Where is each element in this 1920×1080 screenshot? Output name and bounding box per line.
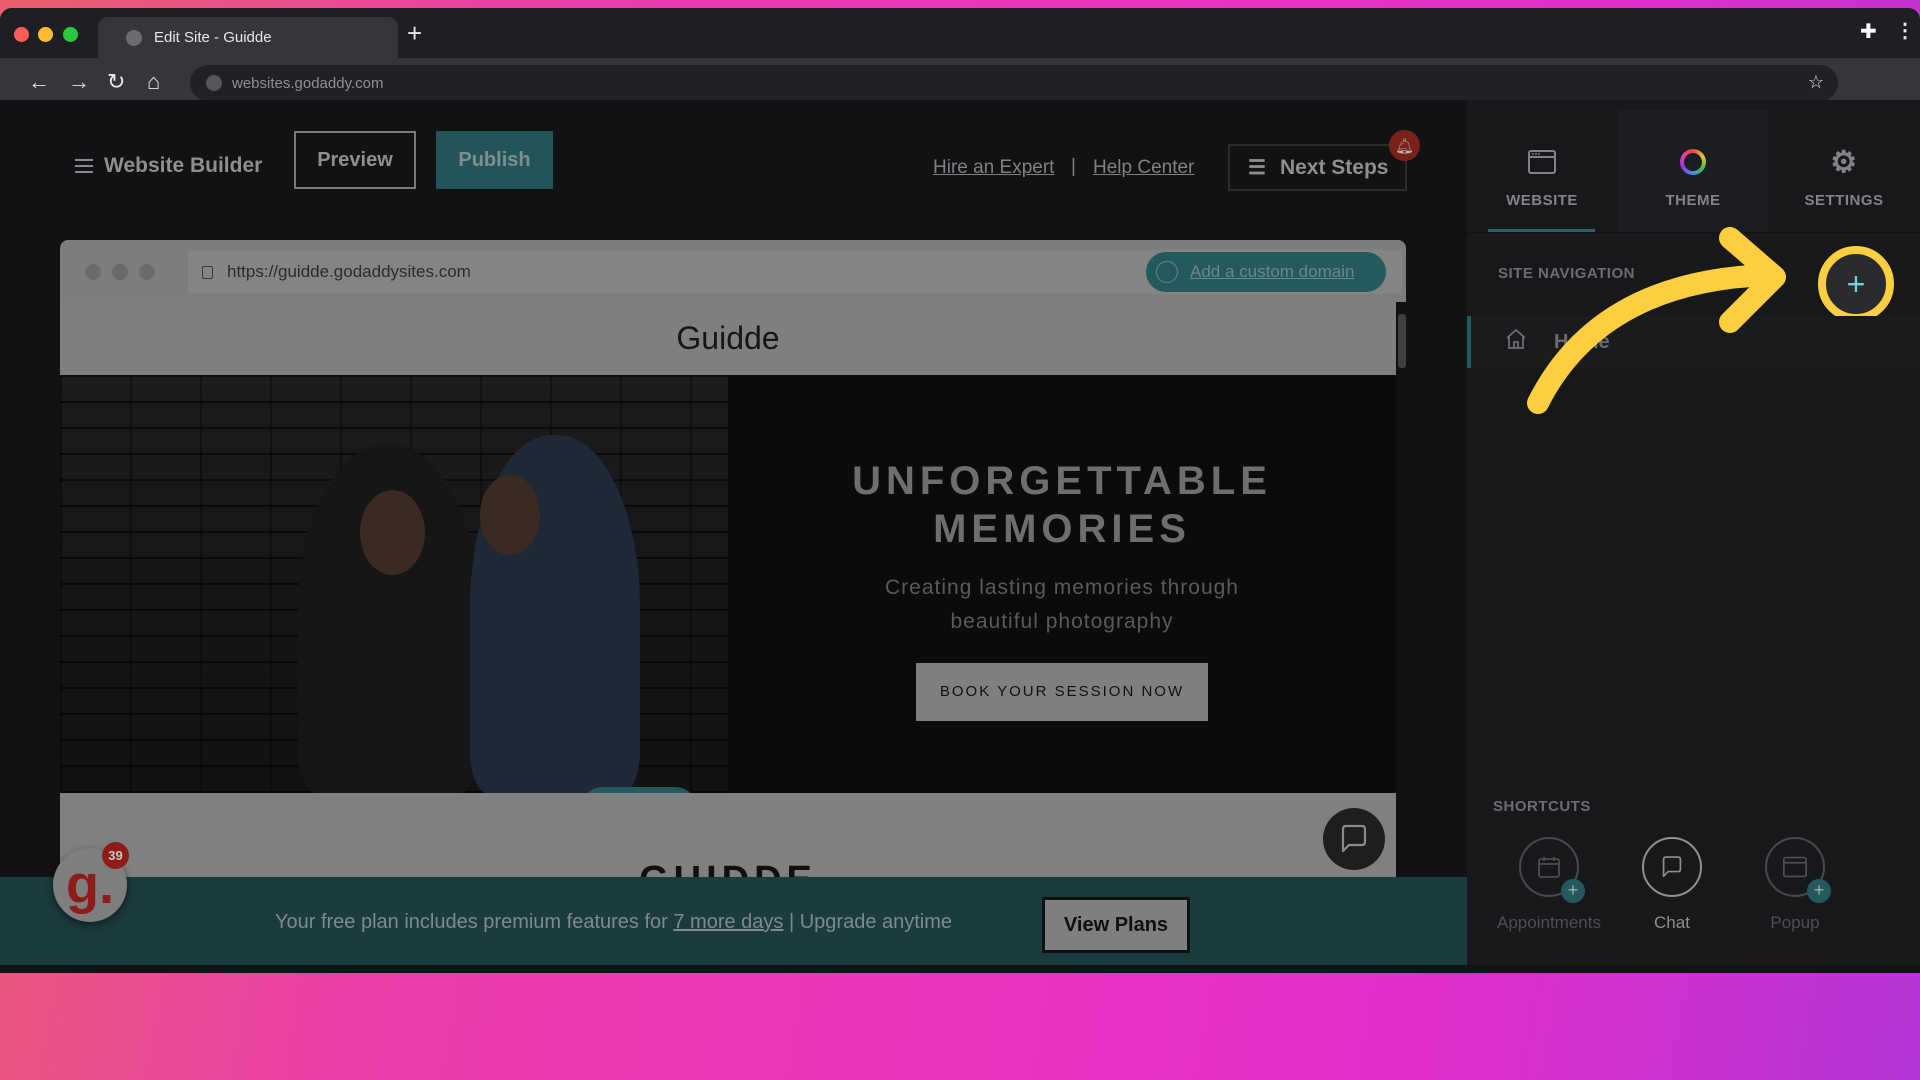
book-session-button[interactable]: BOOK YOUR SESSION NOW — [916, 663, 1208, 721]
hero-subtitle-line: Creating lasting memories through — [885, 576, 1239, 599]
preview-scrollbar[interactable] — [1396, 302, 1406, 885]
publish-button[interactable]: Publish — [436, 131, 553, 189]
free-plan-banner: Your free plan includes premium features… — [0, 877, 1467, 965]
address-bar[interactable]: websites.godaddy.com ☆ — [190, 65, 1838, 101]
back-icon[interactable]: ← — [28, 70, 50, 94]
hamburger-menu-icon[interactable] — [75, 159, 93, 177]
person-face — [480, 475, 540, 555]
tab-label: WEBSITE — [1506, 192, 1578, 209]
tab-theme[interactable]: THEME — [1618, 110, 1768, 232]
tab-label: THEME — [1665, 192, 1721, 209]
notification-bell-icon[interactable]: 🔔︎ — [1389, 130, 1420, 161]
shortcut-label: Chat — [1654, 913, 1690, 932]
add-plus-icon: + — [1561, 879, 1585, 903]
custom-domain-label: Add a custom domain — [1190, 262, 1355, 281]
next-steps-button[interactable]: ☰ Next Steps — [1228, 144, 1407, 191]
extensions-puzzle-icon[interactable]: ✚ — [1860, 19, 1877, 44]
hero-title[interactable]: UNFORGETTABLE MEMORIES — [728, 457, 1396, 553]
banner-text-before: Your free plan includes premium features… — [275, 911, 674, 933]
lock-icon — [202, 265, 213, 279]
gear-icon: ⚙ — [1830, 145, 1858, 179]
preview-dot — [139, 264, 155, 280]
tab-title: Edit Site - Guidde — [154, 29, 272, 46]
preview-browser-bar: https://guidde.godaddysites.com Add a cu… — [60, 240, 1406, 302]
add-plus-icon: + — [1807, 879, 1831, 903]
nav-item-label: Home — [1554, 330, 1610, 353]
banner-text: Your free plan includes premium features… — [275, 911, 952, 934]
banner-text-after: | Upgrade anytime — [783, 911, 953, 933]
shortcuts-heading: SHORTCUTS — [1493, 798, 1591, 815]
calendar-icon: + — [1519, 837, 1585, 903]
hire-expert-link[interactable]: Hire an Expert — [933, 157, 1054, 179]
hero-subtitle-line: beautiful photography — [950, 610, 1174, 633]
hero-text-block: UNFORGETTABLE MEMORIES Creating lasting … — [728, 375, 1396, 793]
preview-url: https://guidde.godaddysites.com — [227, 262, 471, 281]
editor-side-panel: WEBSITE THEME ⚙ SETTINGS SITE NAVIGATION… — [1467, 100, 1920, 965]
shortcut-label: Popup — [1770, 913, 1820, 932]
browser-window-icon — [1467, 146, 1617, 178]
guidde-count-badge: 39 — [102, 842, 129, 869]
tab-website[interactable]: WEBSITE — [1467, 110, 1617, 232]
brand-title[interactable]: Website Builder — [104, 154, 262, 178]
browser-tab[interactable]: Edit Site - Guidde — [98, 17, 398, 58]
home-icon[interactable]: ⌂ — [147, 70, 160, 94]
days-remaining-link[interactable]: 7 more days — [673, 911, 783, 933]
help-center-link[interactable]: Help Center — [1093, 157, 1194, 179]
person-face — [360, 490, 425, 575]
home-icon — [1504, 327, 1528, 357]
nav-item-home[interactable]: Home — [1467, 316, 1920, 368]
add-page-button[interactable]: + — [1818, 246, 1894, 322]
minimize-window-button[interactable] — [38, 27, 53, 42]
close-window-button[interactable] — [14, 27, 29, 42]
preview-button[interactable]: Preview — [294, 131, 416, 189]
shortcut-chat[interactable]: Chat — [1612, 837, 1732, 933]
globe-icon — [126, 29, 142, 46]
hero-subtitle[interactable]: Creating lasting memories through beauti… — [728, 571, 1396, 639]
header-separator: | — [1071, 156, 1076, 177]
shortcut-label: Appointments — [1497, 913, 1601, 932]
hero-image[interactable]: Update — [60, 375, 728, 833]
browser-menu-icon[interactable]: ⋮ — [1895, 18, 1915, 43]
forward-icon[interactable]: → — [68, 70, 90, 94]
hero-title-line: UNFORGETTABLE — [852, 459, 1272, 503]
maximize-window-button[interactable] — [63, 27, 78, 42]
address-text: websites.godaddy.com — [232, 74, 384, 92]
checklist-icon: ☰ — [1248, 157, 1266, 179]
site-navigation-heading: SITE NAVIGATION — [1498, 265, 1635, 282]
tab-settings[interactable]: ⚙ SETTINGS — [1769, 110, 1919, 232]
tab-label: SETTINGS — [1804, 192, 1884, 209]
shortcut-popup[interactable]: + Popup — [1735, 837, 1855, 933]
new-tab-button[interactable]: + — [407, 20, 422, 46]
site-preview-frame: https://guidde.godaddysites.com Add a cu… — [60, 240, 1406, 885]
view-plans-button[interactable]: View Plans — [1042, 897, 1190, 953]
about-section[interactable]: GUIDDE — [60, 793, 1396, 885]
site-info-icon — [206, 75, 222, 91]
chat-bubble-icon — [1341, 824, 1367, 853]
reload-icon[interactable]: ↻ — [107, 70, 125, 94]
color-ring-icon — [1618, 146, 1768, 178]
chat-icon — [1642, 837, 1702, 897]
builder-header: Website Builder Preview Publish Hire an … — [0, 100, 1467, 230]
preview-dot — [85, 264, 101, 280]
site-canvas[interactable]: Guidde Update UNFORGETTABLE MEMORIES Cre — [60, 302, 1396, 885]
site-header[interactable]: Guidde — [60, 302, 1396, 375]
add-custom-domain-button[interactable]: Add a custom domain — [1146, 252, 1386, 292]
browser-window: Edit Site - Guidde + ← → ↻ ⌂ websites.go… — [0, 8, 1920, 973]
popup-window-icon: + — [1765, 837, 1831, 903]
shortcut-appointments[interactable]: + Appointments — [1489, 837, 1609, 933]
panel-tabs: WEBSITE THEME ⚙ SETTINGS — [1467, 100, 1920, 233]
chat-widget-button[interactable] — [1323, 808, 1385, 870]
next-steps-label: Next Steps — [1279, 155, 1389, 179]
hero-title-line: MEMORIES — [933, 507, 1191, 551]
preview-dot — [112, 264, 128, 280]
globe-icon — [1156, 261, 1178, 283]
site-title: Guidde — [676, 320, 780, 356]
bookmark-star-icon[interactable]: ☆ — [1808, 72, 1824, 93]
preview-scrollbar-thumb[interactable] — [1398, 314, 1406, 368]
tab-strip: Edit Site - Guidde + — [0, 8, 1920, 58]
